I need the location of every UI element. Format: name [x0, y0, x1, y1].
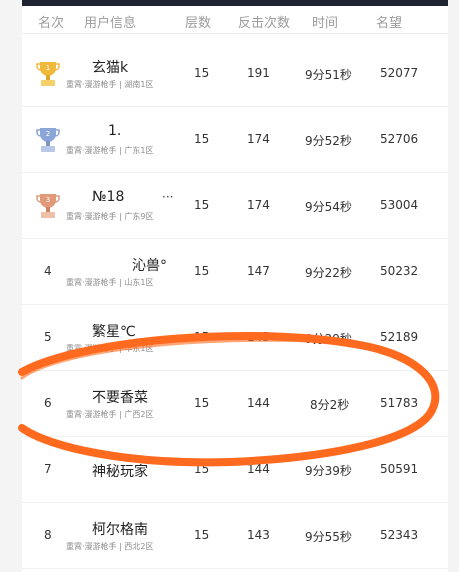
floor-value: 15 [194, 264, 210, 278]
time-value: 9分54秒 [305, 200, 352, 214]
player-server: 重霄·漫游枪手 | 华东1区 [66, 344, 154, 353]
fame-value: 50232 [380, 264, 419, 278]
svg-text:3: 3 [46, 196, 50, 204]
table-row[interactable]: 4 沁兽° 重霄·漫游枪手 | 山东1区 15 147 9分22秒 50232 [22, 239, 448, 305]
fame-value: 52706 [380, 132, 419, 146]
gold-trophy-icon: 1 [36, 62, 60, 86]
counter-value: 147 [247, 264, 270, 278]
floor-value: 15 [194, 132, 210, 146]
time-value: 9分29秒 [305, 332, 352, 346]
floor-value: 15 [194, 330, 210, 344]
floor-value: 15 [194, 198, 210, 212]
fame-value: 52077 [380, 66, 419, 80]
rank-number: 4 [44, 264, 52, 278]
svg-text:1: 1 [46, 64, 50, 72]
player-name[interactable]: 玄猫k [92, 57, 128, 77]
table-row[interactable]: 3 №18 ··· 重霄·漫游枪手 | 广东9区 15 174 9分54秒 53… [22, 173, 448, 239]
player-name[interactable]: 繁星℃ [92, 321, 136, 341]
time-value: 9分55秒 [305, 530, 352, 544]
table-header: 名次 用户信息 层数 反击次数 时间 名望 [22, 6, 448, 34]
rank-number: 7 [44, 462, 52, 476]
player-server: 重霄·漫游枪手 | 西北2区 [66, 542, 154, 551]
silver-trophy-icon: 2 [36, 128, 60, 152]
player-server: 重霄·漫游枪手 | 山东1区 [66, 278, 154, 287]
table-row[interactable]: 2 1. 重霄·漫游枪手 | 广东1区 15 174 9分52秒 52706 [22, 107, 448, 173]
table-row[interactable]: 8 柯尔格南 重霄·漫游枪手 | 西北2区 15 143 9分55秒 52343 [22, 503, 448, 569]
player-name[interactable]: 柯尔格南 [92, 519, 148, 539]
table-row[interactable]: 1 玄猫k 重霄·漫游枪手 | 湖南1区 15 191 9分51秒 52077 [22, 41, 448, 107]
fame-value: 52343 [380, 528, 419, 542]
player-name[interactable]: 沁兽° [132, 255, 167, 275]
counter-value: 191 [247, 66, 270, 80]
time-value: 9分52秒 [305, 134, 352, 148]
counter-value: 145 [247, 330, 270, 344]
counter-value: 174 [247, 198, 270, 212]
player-server: 重霄·漫游枪手 | 广东9区 [66, 212, 154, 221]
rank-number: 5 [44, 330, 52, 344]
rank-number: 8 [44, 528, 52, 542]
counter-value: 174 [247, 132, 270, 146]
floor-value: 15 [194, 396, 210, 410]
player-server: 重霄·漫游枪手 | 广西2区 [66, 410, 154, 419]
name-extra: ··· [162, 190, 174, 204]
counter-value: 143 [247, 528, 270, 542]
time-value: 9分22秒 [305, 266, 352, 280]
header-floor: 层数 [185, 16, 212, 31]
fame-value: 51783 [380, 396, 419, 410]
player-name[interactable]: №18 [92, 189, 124, 205]
counter-value: 144 [247, 462, 270, 476]
floor-value: 15 [194, 528, 210, 542]
header-rank: 名次 [38, 16, 65, 31]
rank-number: 6 [44, 396, 52, 410]
player-name[interactable]: 神秘玩家 [92, 461, 148, 481]
svg-text:2: 2 [46, 130, 50, 138]
player-server: 重霄·漫游枪手 | 湖南1区 [66, 80, 154, 89]
time-value: 9分51秒 [305, 68, 352, 82]
bronze-trophy-icon: 3 [36, 194, 60, 218]
player-name[interactable]: 不要香菜 [92, 387, 148, 407]
header-user-info: 用户信息 [84, 16, 137, 31]
table-row[interactable]: 5 繁星℃ 重霄·漫游枪手 | 华东1区 15 145 9分29秒 52189 [22, 305, 448, 371]
counter-value: 144 [247, 396, 270, 410]
header-counter-count: 反击次数 [238, 16, 291, 31]
floor-value: 15 [194, 66, 210, 80]
player-name[interactable]: 1. [108, 123, 121, 139]
floor-value: 15 [194, 462, 210, 476]
header-fame: 名望 [376, 16, 403, 31]
fame-value: 50591 [380, 462, 419, 476]
time-value: 8分2秒 [310, 398, 350, 412]
player-server: 重霄·漫游枪手 | 广东1区 [66, 146, 154, 155]
fame-value: 52189 [380, 330, 419, 344]
header-time: 时间 [312, 16, 339, 31]
table-row[interactable]: 6 不要香菜 重霄·漫游枪手 | 广西2区 15 144 8分2秒 51783 [22, 371, 448, 437]
fame-value: 53004 [380, 198, 419, 212]
table-row[interactable]: 7 神秘玩家 15 144 9分39秒 50591 [22, 437, 448, 503]
time-value: 9分39秒 [305, 464, 352, 478]
leaderboard-panel: 名次 用户信息 层数 反击次数 时间 名望 1 玄猫k 重霄·漫游枪手 | 湖南… [22, 6, 448, 572]
